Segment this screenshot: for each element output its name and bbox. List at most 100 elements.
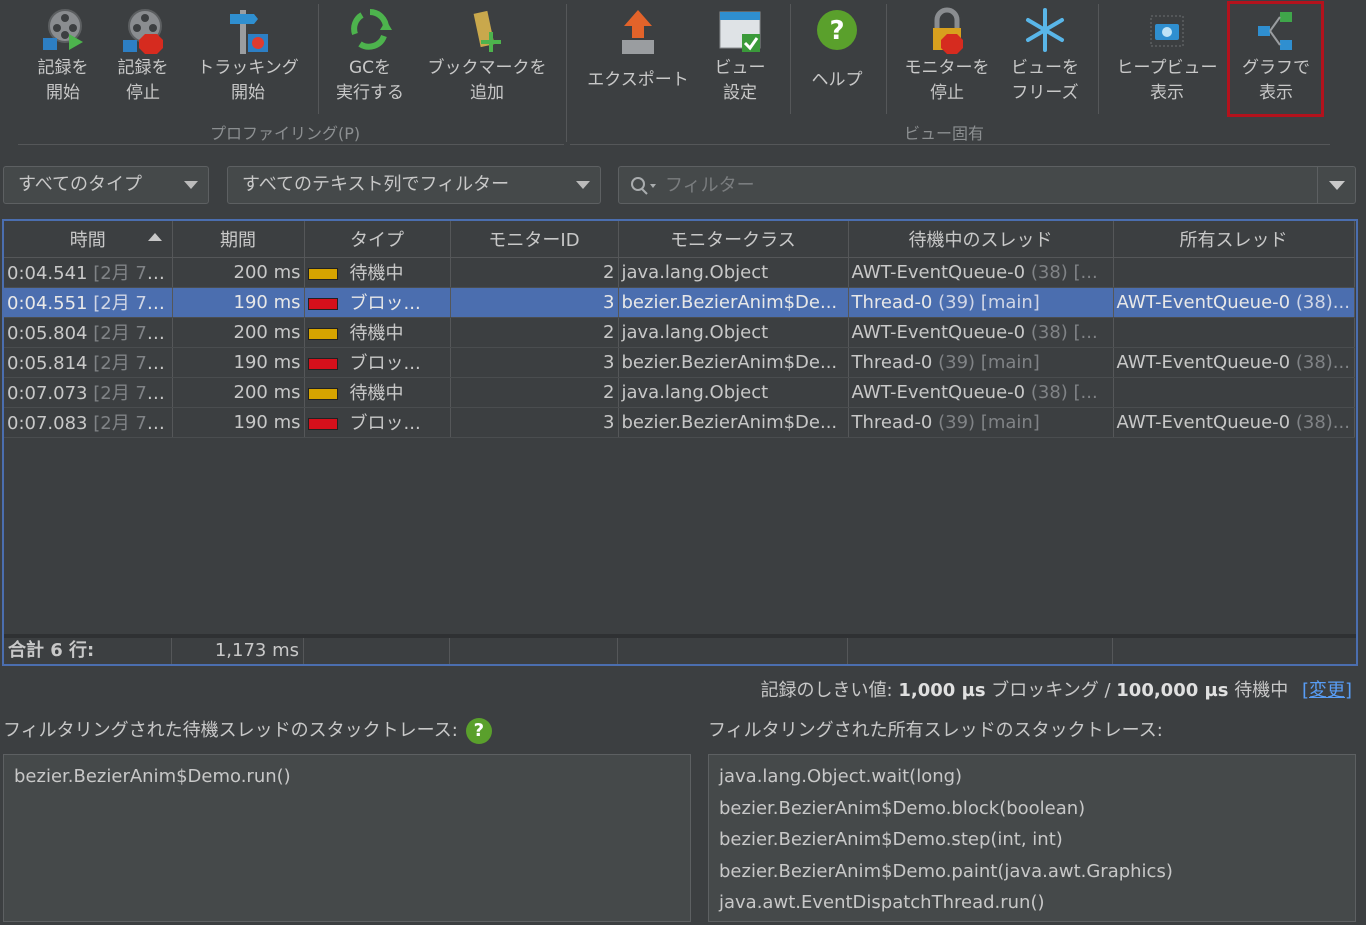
cell-waiting-thread: AWT-EventQueue-0 (38) [... [848, 377, 1114, 408]
cell-monitor-id: 3 [450, 347, 619, 378]
cell-waiting-thread: Thread-0 (39) [main] [848, 347, 1114, 378]
cell-owning-thread [1113, 317, 1355, 348]
cell-time: 0:05.804 [2月 7, ... [4, 317, 173, 348]
window-settings-icon [719, 11, 761, 52]
group-divider [18, 144, 564, 145]
toolbar-separator [790, 4, 791, 114]
type-color-swatch [307, 418, 338, 430]
cell-time: 0:05.814 [2月 7, ... [4, 347, 173, 378]
cell-duration: 190 ms [172, 407, 305, 438]
show-graph-highlight-box [1227, 1, 1324, 117]
cell-type: ブロッ... [304, 347, 451, 378]
cell-monitor-class: bezier.BezierAnim$De... [618, 287, 849, 318]
table-row[interactable]: 0:07.073 [2月 7, ... 200 ms 待機中 2 java.lang.O… [4, 377, 1355, 408]
cell-waiting-thread: AWT-EventQueue-0 (38) [... [848, 317, 1114, 348]
column-header-duration[interactable]: 期間 [172, 221, 305, 258]
table-row[interactable]: 0:07.083 [2月 7, ... 190 ms ブロッ... 3 bezier.B… [4, 407, 1355, 438]
cell-monitor-id: 2 [450, 317, 619, 348]
start-tracking-button[interactable]: トラッキング 開始 [190, 6, 306, 116]
stop-monitor-button[interactable]: モニターを 停止 [898, 6, 996, 116]
view-settings-button[interactable]: ビュー 設定 [700, 6, 780, 116]
start-recording-button[interactable]: 記録を 開始 [24, 6, 102, 116]
table-row[interactable]: 0:05.814 [2月 7, ... 190 ms ブロッ... 3 bezier.B… [4, 347, 1355, 378]
freeze-view-button[interactable]: ビューを フリーズ [1000, 6, 1090, 116]
stack-frame[interactable]: java.awt.EventDispatchThread.run() [719, 887, 1345, 919]
type-color-swatch [307, 328, 338, 340]
column-header-type[interactable]: タイプ [304, 221, 451, 258]
column-header-waiting-thread[interactable]: 待機中のスレッド [848, 221, 1114, 258]
cell-owning-thread: AWT-EventQueue-0 (38)... [1113, 407, 1355, 438]
film-reel-record-icon [43, 9, 83, 50]
table-row[interactable]: 0:04.551 [2月 7, ... 190 ms ブロッ... 3 bezier.B… [4, 287, 1355, 318]
add-bookmark-button[interactable]: ブックマークを 追加 [420, 6, 554, 116]
cell-time: 0:07.083 [2月 7, ... [4, 407, 173, 438]
cell-time: 0:04.551 [2月 7, ... [4, 287, 173, 318]
type-color-swatch [307, 268, 338, 280]
cell-waiting-thread: Thread-0 (39) [main] [848, 407, 1114, 438]
cell-monitor-class: bezier.BezierAnim$De... [618, 347, 849, 378]
show-heap-view-button[interactable]: ヒープビュー 表示 [1108, 6, 1226, 116]
cell-monitor-class: java.lang.Object [618, 317, 849, 348]
table-header: 時間 期間 タイプ モニターID モニタークラス 待機中のスレッド 所有スレッド [4, 221, 1355, 258]
search-icon [631, 177, 656, 195]
cell-waiting-thread: AWT-EventQueue-0 (38) [... [848, 257, 1114, 288]
svg-text:?: ? [829, 16, 844, 46]
export-button[interactable]: エクスポート [580, 6, 696, 116]
cell-monitor-id: 3 [450, 287, 619, 318]
table-row[interactable]: 0:05.804 [2月 7, ... 200 ms 待機中 2 java.lang.O… [4, 317, 1355, 348]
cell-owning-thread [1113, 377, 1355, 408]
group-divider [570, 144, 1330, 145]
cell-owning-thread: AWT-EventQueue-0 (38)... [1113, 287, 1355, 318]
cell-monitor-id: 3 [450, 407, 619, 438]
toolbar-separator [566, 4, 567, 142]
type-filter-select[interactable]: すべてのタイプ [3, 166, 209, 204]
waiting-thread-stack-trace[interactable]: bezier.BezierAnim$Demo.run() [3, 754, 691, 922]
toolbar: 記録を 開始 記録を 停止 トラッキング 開始 GCを 実行する ブックマークを… [0, 0, 1366, 148]
signpost-track-icon [230, 10, 268, 54]
cell-monitor-id: 2 [450, 377, 619, 408]
total-rows-label: 合計 6 行: [4, 638, 172, 664]
cell-type: 待機中 [304, 257, 451, 288]
cell-owning-thread: AWT-EventQueue-0 (38)... [1113, 347, 1355, 378]
run-gc-button[interactable]: GCを 実行する [330, 6, 410, 116]
toolbar-separator [318, 4, 319, 114]
cell-owning-thread [1113, 257, 1355, 288]
toolbar-separator [886, 4, 887, 114]
filter-search-input[interactable] [665, 171, 1305, 199]
sort-ascending-icon [147, 233, 162, 241]
stack-frame[interactable]: java.lang.Object.wait(long) [719, 761, 1345, 793]
cell-monitor-id: 2 [450, 257, 619, 288]
snowflake-icon [1026, 8, 1064, 52]
help-button[interactable]: ? ヘルプ [798, 6, 876, 116]
cell-type: ブロッ... [304, 407, 451, 438]
cell-monitor-class: java.lang.Object [618, 377, 849, 408]
filter-search-box [618, 166, 1356, 204]
type-color-swatch [307, 388, 338, 400]
toolbar-separator [1098, 4, 1099, 114]
column-header-monitor-class[interactable]: モニタークラス [618, 221, 849, 258]
help-icon[interactable]: ? [465, 718, 492, 744]
text-column-filter-select[interactable]: すべてのテキスト列でフィルター [227, 166, 601, 204]
monitor-events-table[interactable]: 時間 期間 タイプ モニターID モニタークラス 待機中のスレッド 所有スレッド… [2, 219, 1358, 666]
recording-threshold: 記録のしきい値: 1,000 µs ブロッキング / 100,000 µs 待機… [760, 680, 1352, 701]
stop-recording-button[interactable]: 記録を 停止 [104, 6, 182, 116]
stack-frame[interactable]: bezier.BezierAnim$Demo.run() [14, 761, 680, 793]
stack-frame[interactable]: bezier.BezierAnim$Demo.block(boolean) [719, 793, 1345, 825]
table-row[interactable]: 0:04.541 [2月 7, ... 200 ms 待機中 2 java.lang.O… [4, 257, 1355, 288]
filter-history-dropdown[interactable] [1317, 167, 1355, 203]
export-arrow-icon [622, 10, 654, 54]
column-header-owning-thread[interactable]: 所有スレッド [1113, 221, 1355, 258]
cell-time: 0:04.541 [2月 7, ... [4, 257, 173, 288]
column-header-time[interactable]: 時間 [4, 221, 173, 258]
chevron-down-icon [184, 181, 198, 189]
film-reel-stop-icon [123, 9, 163, 54]
column-header-monitor-id[interactable]: モニターID [450, 221, 619, 258]
cell-time: 0:07.073 [2月 7, ... [4, 377, 173, 408]
owning-thread-stack-trace[interactable]: java.lang.Object.wait(long) bezier.Bezier… [708, 754, 1356, 922]
stack-frame[interactable]: bezier.BezierAnim$Demo.step(int, int) [719, 824, 1345, 856]
owning-stack-label: フィルタリングされた所有スレッドのスタックトレース: [708, 720, 1163, 741]
change-threshold-link[interactable]: [変更] [1302, 680, 1352, 701]
stack-frame[interactable]: bezier.BezierAnim$Demo.paint(java.awt.Gr… [719, 856, 1345, 888]
recycle-icon [351, 9, 392, 50]
chevron-down-icon [1329, 181, 1345, 190]
